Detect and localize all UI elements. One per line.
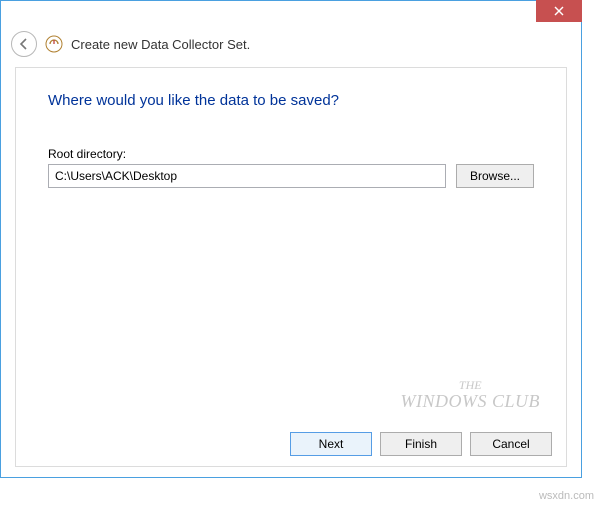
- cancel-button[interactable]: Cancel: [470, 432, 552, 456]
- close-button[interactable]: [536, 0, 582, 22]
- finish-button[interactable]: Finish: [380, 432, 462, 456]
- wizard-window: Create new Data Collector Set. Where wou…: [0, 0, 582, 478]
- root-directory-group: Root directory: Browse...: [16, 117, 566, 188]
- back-arrow-icon: [17, 37, 31, 51]
- page-heading: Where would you like the data to be save…: [16, 68, 566, 117]
- root-directory-input[interactable]: [48, 164, 446, 188]
- titlebar: [1, 1, 581, 29]
- wizard-title: Create new Data Collector Set.: [71, 37, 250, 52]
- back-button[interactable]: [11, 31, 37, 57]
- content-panel: Where would you like the data to be save…: [15, 67, 567, 467]
- wizard-button-row: Next Finish Cancel: [290, 432, 552, 456]
- watermark-line2: WINDOWS CLUB: [401, 392, 541, 412]
- browse-button[interactable]: Browse...: [456, 164, 534, 188]
- source-attribution: wsxdn.com: [539, 490, 594, 502]
- close-icon: [554, 6, 564, 16]
- watermark-line1: THE: [401, 379, 541, 392]
- next-button[interactable]: Next: [290, 432, 372, 456]
- header-row: Create new Data Collector Set.: [1, 29, 581, 67]
- root-directory-row: Browse...: [48, 164, 534, 188]
- watermark: THE WINDOWS CLUB: [401, 379, 541, 412]
- root-directory-label: Root directory:: [48, 147, 534, 161]
- wizard-icon: [45, 35, 63, 53]
